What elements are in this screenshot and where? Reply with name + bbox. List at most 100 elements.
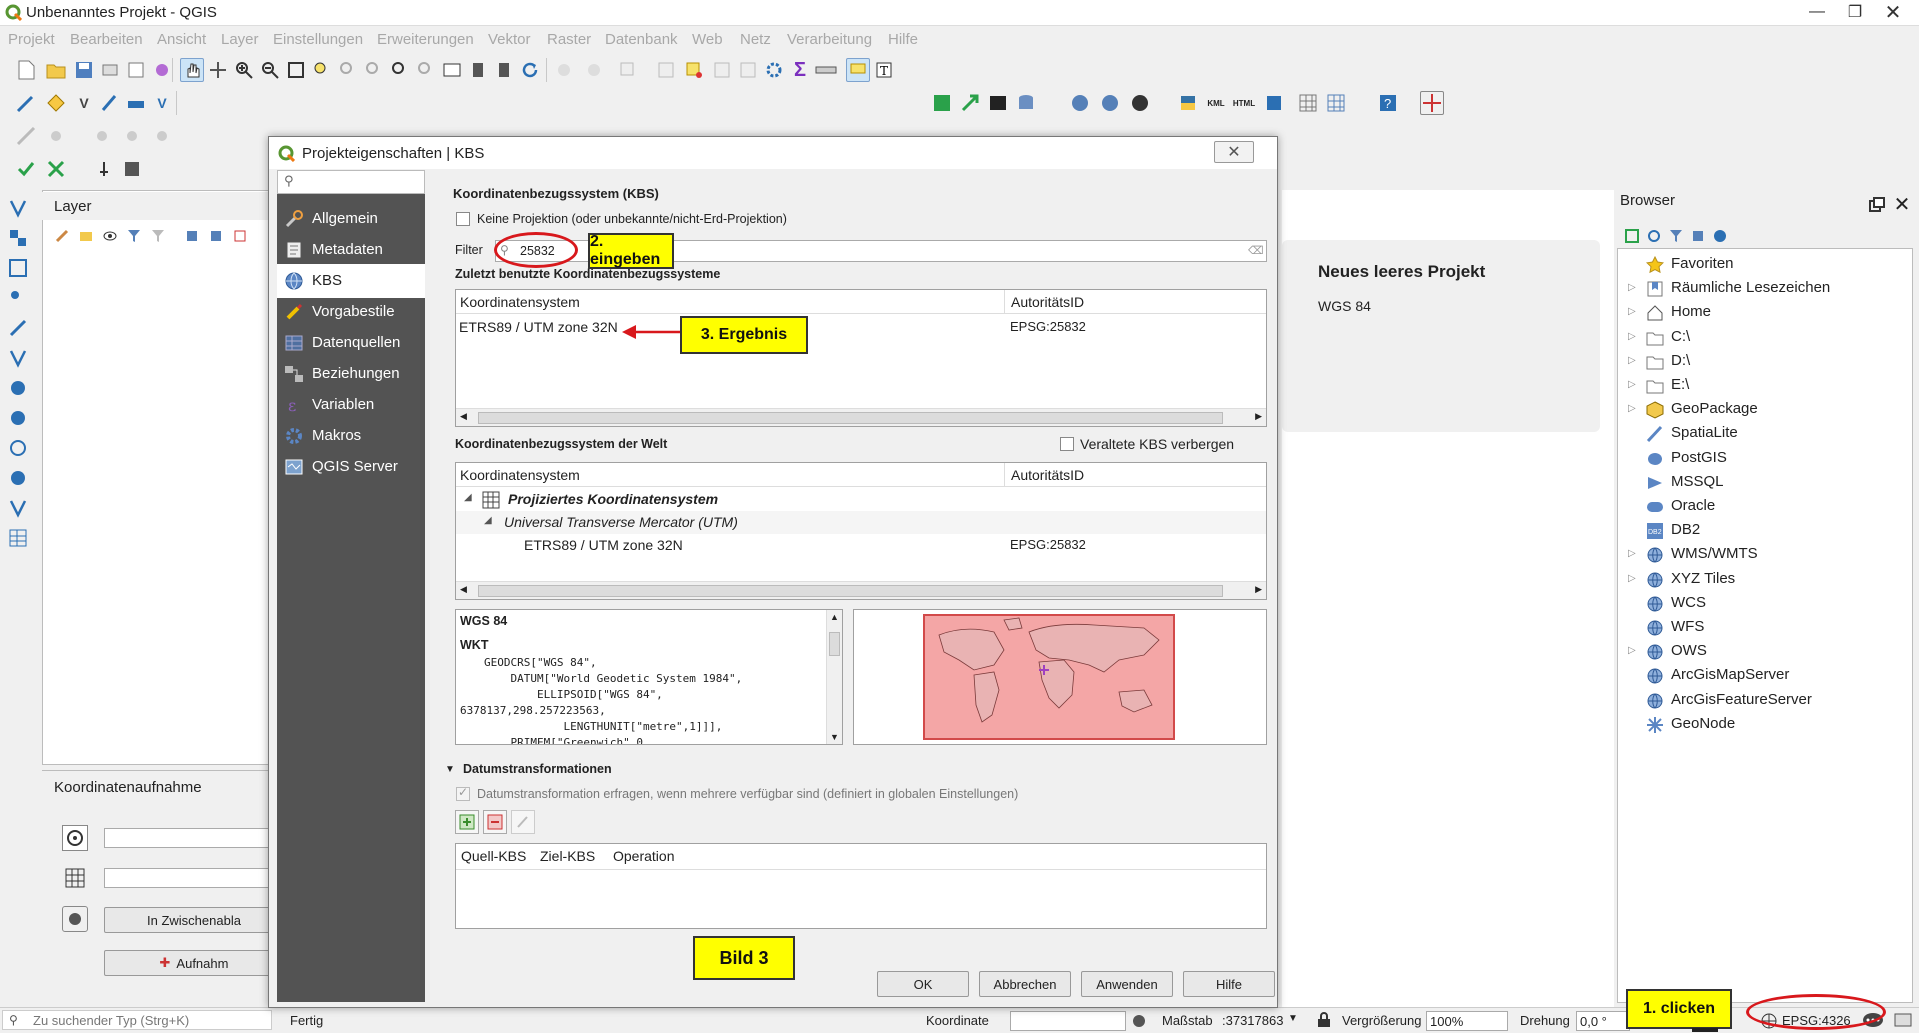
print-layout-icon[interactable] [98,58,122,82]
zoom-field[interactable]: 100% [1426,1011,1508,1031]
expand-arrow-icon[interactable]: ▷ [1628,331,1636,342]
style-manager-icon[interactable] [150,58,174,82]
filter-icon[interactable] [124,226,144,246]
edit-transform-icon[interactable] [511,810,535,834]
virtual-layer-icon[interactable]: V [150,91,174,115]
browser-item-wfs[interactable]: WFS [1618,616,1908,640]
digitize-icon[interactable] [14,91,38,115]
python-icon[interactable] [1176,91,1200,115]
menu-hilfe[interactable]: Hilfe [888,31,918,48]
col-operation[interactable]: Operation [613,848,674,864]
expand-arrow-icon[interactable]: ▷ [1628,282,1636,293]
world-col-crs[interactable]: Koordinatensystem [460,467,580,483]
help-button[interactable]: Hilfe [1183,971,1275,997]
zoom-native-icon[interactable] [362,58,386,82]
browser-item-postgis[interactable]: PostGIS [1618,447,1908,471]
add-xyz-layer-icon[interactable] [6,466,30,490]
browser-item-wcs[interactable]: WCS [1618,592,1908,616]
lock-icon[interactable] [1316,1012,1332,1028]
coordinate-capture-icon[interactable] [92,157,116,181]
visibility-eye-icon[interactable] [100,226,120,246]
vector-layer-icon[interactable]: V [72,91,96,115]
collapse-arrow-icon[interactable]: ◢ [464,492,472,503]
browser-item-arcgismapserver[interactable]: ArcGisMapServer [1618,664,1908,688]
browser-item-home[interactable]: ▷ Home [1618,301,1908,325]
deselect-icon[interactable] [682,58,706,82]
bookmarks-icon[interactable] [492,58,516,82]
close-window-button[interactable]: ✕ [1876,0,1910,24]
datum-ask-checkbox[interactable]: ✓ [456,785,470,801]
text-annotation-icon[interactable]: T [872,58,896,82]
browser-item-xyz-tiles[interactable]: ▷ XYZ Tiles [1618,568,1908,592]
browser-filter-icon[interactable] [1666,226,1686,246]
attribute-table-icon[interactable] [710,58,734,82]
save-project-icon[interactable] [72,58,96,82]
help-icon[interactable]: ? [1376,91,1400,115]
map-view-icon[interactable] [440,58,464,82]
add-raster-layer-icon[interactable] [6,226,30,250]
sidebar-item-variablen[interactable]: ε Variablen [277,388,425,422]
terminal-icon[interactable] [986,91,1010,115]
select-features-icon[interactable] [616,58,640,82]
menu-raster[interactable]: Raster [547,31,591,48]
shape3-tool-icon[interactable] [150,124,174,148]
messages-log-icon[interactable] [1892,1010,1914,1030]
add-vector-layer-icon[interactable] [6,196,30,220]
new-project-welcome-card[interactable]: Neues leeres Projekt WGS 84 [1282,240,1600,432]
field-calculator-icon[interactable] [736,58,760,82]
restore-button[interactable]: ❐ [1838,0,1872,24]
minimize-button[interactable]: — [1800,0,1834,24]
new-project-icon[interactable] [14,58,38,82]
menu-datenbank[interactable]: Datenbank [605,31,678,48]
layout-manager-icon[interactable] [124,58,148,82]
statistics-sigma-icon[interactable]: Σ [788,58,812,82]
tree-row-projected[interactable]: ◢ Projiziertes Koordinatensystem [456,488,1266,511]
wkt-scrollbar[interactable]: ▲ ▼ [826,610,842,744]
menu-web[interactable]: Web [692,31,723,48]
expand-arrow-icon[interactable]: ▷ [1628,355,1636,366]
add-delimited-text-icon[interactable] [6,286,30,310]
grid-icon[interactable] [1296,91,1320,115]
car-icon[interactable] [124,91,148,115]
add-layer-icon[interactable] [44,91,68,115]
start-capture-button[interactable]: ✚ Aufnahm [104,950,284,976]
sidebar-item-vorgabestile[interactable]: Vorgabestile [277,295,425,329]
close-panel-icon[interactable]: ✕ [1892,194,1912,216]
menu-layer[interactable]: Layer [221,31,259,48]
zoom-layer-icon[interactable] [336,58,360,82]
globe-people-icon[interactable] [1128,91,1152,115]
ok-button[interactable]: OK [877,971,969,997]
expand-all-icon[interactable] [182,226,202,246]
add-group-icon[interactable] [76,226,96,246]
add-wms-layer-icon[interactable] [6,376,30,400]
browser-item-d[interactable]: ▷ D:\ [1618,350,1908,374]
sidebar-item-kbs[interactable]: KBS [277,264,425,298]
select-by-value-icon[interactable] [654,58,678,82]
browser-item-räumliche-lesezeichen[interactable]: ▷ Räumliche Lesezeichen [1618,277,1908,301]
expand-arrow-icon[interactable]: ▷ [1628,645,1636,656]
filter-expression-icon[interactable] [148,226,168,246]
add-mesh-layer-icon[interactable] [6,256,30,280]
hide-deprecated-checkbox[interactable] [1060,437,1074,451]
open-project-icon[interactable] [44,58,68,82]
sidebar-item-qgis-server[interactable]: QGIS Server [277,450,425,484]
sidebar-item-metadaten[interactable]: Metadaten [277,233,425,267]
shape2-tool-icon[interactable] [120,124,144,148]
expand-arrow-icon[interactable]: ▷ [1628,379,1636,390]
browser-info-icon[interactable] [1710,226,1730,246]
add-transform-icon[interactable] [455,810,479,834]
run-action-icon[interactable] [582,58,606,82]
coord-field-1[interactable] [104,828,284,848]
grid2-icon[interactable] [1324,91,1348,115]
col-source-crs[interactable]: Quell-KBS [461,848,526,864]
geometry-checker-icon[interactable] [14,157,38,181]
browser-add-icon[interactable] [1622,226,1642,246]
topology-checker-icon[interactable] [44,157,68,181]
sidebar-item-beziehungen[interactable]: Beziehungen [277,357,425,391]
remove-layer-icon[interactable] [230,226,250,246]
browser-item-arcgisfeatureserver[interactable]: ArcGisFeatureServer [1618,689,1908,713]
browser-collapse-icon[interactable] [1688,226,1708,246]
pen-icon[interactable] [98,91,122,115]
browser-item-spatialite[interactable]: SpatiaLite [1618,422,1908,446]
processing-gear-icon[interactable] [762,58,786,82]
